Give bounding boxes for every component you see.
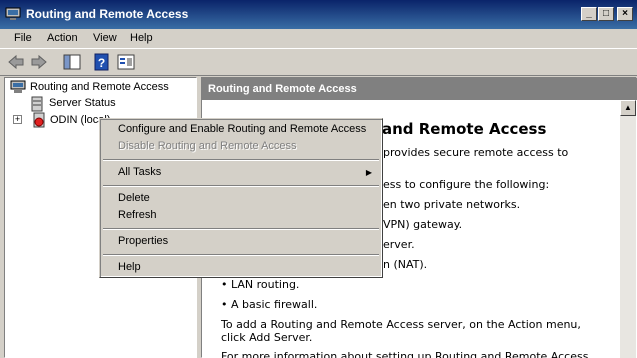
properties-icon[interactable] <box>116 53 136 71</box>
menu-item-properties[interactable]: Properties <box>118 235 168 247</box>
content-line: ess to configure the following: <box>383 178 550 191</box>
content-line: • LAN routing. <box>221 278 300 291</box>
content-line: VPN) gateway. <box>383 218 463 231</box>
content-line: For more information about setting up Ro… <box>221 350 589 358</box>
maximize-button[interactable]: □ <box>598 7 614 21</box>
menu-separator <box>103 228 379 230</box>
content-line: erver. <box>383 238 415 251</box>
menu-separator <box>103 159 379 161</box>
toolbar: ? <box>0 48 637 76</box>
window-title: Routing and Remote Access <box>26 7 189 21</box>
menu-separator <box>103 185 379 187</box>
menu-bar: File Action View Help <box>0 29 637 48</box>
content-line: provides secure remote access to <box>383 146 569 159</box>
menu-item-disable: Disable Routing and Remote Access <box>118 140 297 152</box>
routing-root-icon <box>10 80 26 93</box>
details-header: Routing and Remote Access <box>202 78 637 100</box>
close-button[interactable]: × <box>617 7 633 21</box>
content-line: n (NAT). <box>383 258 428 271</box>
routing-app-icon <box>5 7 21 20</box>
content-line: en two private networks. <box>383 198 521 211</box>
menu-action[interactable]: Action <box>47 32 78 44</box>
menu-help[interactable]: Help <box>130 32 153 44</box>
tree-item-server-status[interactable]: Server Status <box>49 97 116 109</box>
menu-item-configure-enable[interactable]: Configure and Enable Routing and Remote … <box>118 123 366 135</box>
forward-arrow-icon[interactable] <box>29 53 49 71</box>
menu-item-help[interactable]: Help <box>118 261 141 273</box>
scroll-up-icon[interactable]: ▲ <box>620 100 636 116</box>
content-line: • A basic firewall. <box>221 298 318 311</box>
menu-view[interactable]: View <box>93 32 117 44</box>
context-menu: Configure and Enable Routing and Remote … <box>99 118 383 278</box>
server-stopped-icon <box>33 112 45 128</box>
title-bar: Routing and Remote Access _ □ × <box>0 0 637 29</box>
content-line: click Add Server. <box>221 331 313 344</box>
submenu-arrow-icon: ▶ <box>365 168 372 177</box>
content-heading: and Remote Access <box>382 120 547 138</box>
menu-separator <box>103 254 379 256</box>
show-hide-tree-icon[interactable] <box>62 53 82 71</box>
help-icon[interactable]: ? <box>92 53 112 71</box>
svg-text:?: ? <box>98 56 105 70</box>
menu-file[interactable]: File <box>14 32 32 44</box>
vertical-scrollbar[interactable]: ▲ <box>620 100 636 358</box>
back-arrow-icon[interactable] <box>6 53 26 71</box>
tree-root-label[interactable]: Routing and Remote Access <box>30 81 169 93</box>
menu-item-delete[interactable]: Delete <box>118 192 150 204</box>
content-line: To add a Routing and Remote Access serve… <box>221 318 581 331</box>
menu-item-refresh[interactable]: Refresh <box>118 209 157 221</box>
server-status-icon <box>31 96 43 112</box>
expand-toggle[interactable]: + <box>13 115 22 124</box>
minimize-button[interactable]: _ <box>581 7 597 21</box>
menu-item-all-tasks[interactable]: All Tasks <box>118 166 161 178</box>
